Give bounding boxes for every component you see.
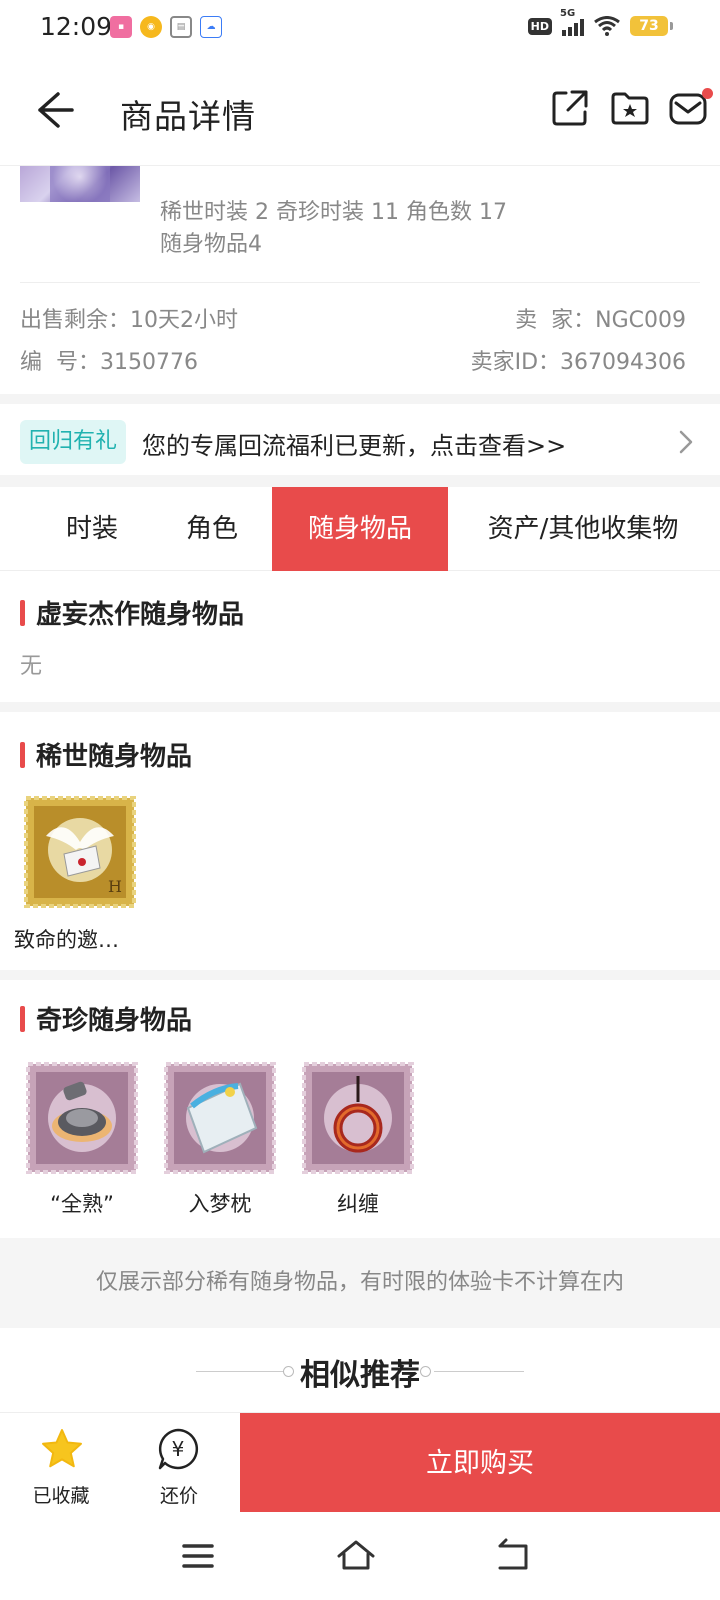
divider <box>0 970 720 980</box>
back-icon[interactable] <box>490 1534 534 1578</box>
summary-line: 稀世时装 2 奇珍时装 11 角色数 17 <box>160 200 507 225</box>
bargain-button[interactable]: ¥ 还价 <box>124 1413 234 1513</box>
battery-icon: 73 <box>630 16 673 36</box>
remaining-time: 出售剩余：10天2小时 <box>20 308 238 333</box>
yuan-chat-icon: ¥ <box>158 1428 199 1470</box>
product-thumbnail[interactable] <box>20 166 140 202</box>
status-indicators: HD 5G 73 <box>527 8 673 36</box>
tab-character[interactable]: 角色 <box>150 487 274 571</box>
item-label: 致命的邀… <box>14 928 119 952</box>
menu-icon[interactable] <box>176 1534 220 1578</box>
favorite-label: 已收藏 <box>32 1485 90 1507</box>
divider <box>20 282 700 283</box>
home-icon[interactable] <box>334 1534 378 1578</box>
svg-text:H: H <box>108 877 122 896</box>
page-title: 商品详情 <box>120 97 256 136</box>
share-icon[interactable] <box>550 88 590 128</box>
empty-text: 无 <box>20 654 43 679</box>
unread-dot <box>702 88 713 99</box>
star-icon <box>42 1429 82 1468</box>
screen: 12:09 ▪ ◉ ▤ ☁ HD 5G 73 商品详情 稀世时装 2 奇珍时装 … <box>0 0 720 1600</box>
collection-folder-icon[interactable] <box>610 88 650 128</box>
hd-badge: HD <box>527 17 552 35</box>
divider <box>0 702 720 712</box>
status-bar: 12:09 ▪ ◉ ▤ ☁ HD 5G 73 <box>0 0 720 56</box>
network-type: 5G <box>560 8 576 19</box>
disclaimer-notice: 仅展示部分稀有随身物品，有时限的体验卡不计算在内 <box>0 1238 720 1328</box>
tab-assets-collections[interactable]: 资产/其他收集物 <box>466 487 700 571</box>
divider <box>0 475 720 487</box>
promo-tag: 回归有礼 <box>20 420 127 464</box>
back-arrow-icon[interactable] <box>36 88 76 132</box>
summary-line: 随身物品4 <box>160 232 262 257</box>
battery-level: 73 <box>639 18 659 34</box>
system-nav-bar <box>0 1512 720 1600</box>
cloud-icon: ☁ <box>200 16 222 38</box>
divider <box>0 394 720 404</box>
item-stamp-dream-pillow[interactable] <box>164 1062 276 1174</box>
section-title: 奇珍随身物品 <box>20 1000 192 1037</box>
item-label: 纠缠 <box>337 1192 379 1216</box>
seller-id: 卖家ID：367094306 <box>470 350 686 375</box>
clipboard-icon: ▤ <box>170 16 192 38</box>
recommend-title: 相似推荐 <box>300 1358 420 1393</box>
weibo-icon: ◉ <box>140 16 162 38</box>
signal-icon: 5G <box>560 8 584 36</box>
recommend-header: 相似推荐 <box>0 1336 720 1410</box>
item-label: “全熟” <box>50 1192 114 1216</box>
item-stamp-entanglement[interactable] <box>302 1062 414 1174</box>
section-title: 虚妄杰作随身物品 <box>20 594 244 631</box>
notification-icons: ▪ ◉ ▤ ☁ <box>110 16 222 38</box>
promo-text: 您的专属回流福利已更新，点击查看>> <box>142 432 567 460</box>
item-number: 编 号：3150776 <box>20 350 198 375</box>
item-label: 入梦枕 <box>188 1192 252 1216</box>
svg-text:¥: ¥ <box>172 1437 185 1461</box>
lofter-icon: ▪ <box>110 16 132 38</box>
section-title: 稀世随身物品 <box>20 736 192 773</box>
buy-now-button[interactable]: 立即购买 <box>240 1413 720 1513</box>
item-stamp-invitation[interactable]: H <box>24 796 136 908</box>
seller-name: 卖 家：NGC009 <box>515 308 686 333</box>
tab-accessories[interactable]: 随身物品 <box>272 487 448 571</box>
bottom-action-bar: 已收藏 ¥ 还价 立即购买 <box>0 1412 720 1513</box>
top-app-bar: 商品详情 <box>0 56 720 166</box>
wifi-icon <box>594 16 620 36</box>
bargain-label: 还价 <box>159 1485 198 1507</box>
tab-bar: 时装 角色 随身物品 资产/其他收集物 <box>0 487 720 571</box>
item-stamp-fully-cooked[interactable] <box>26 1062 138 1174</box>
status-time: 12:09 <box>40 12 113 41</box>
tab-fashion[interactable]: 时装 <box>30 487 154 571</box>
chevron-right-icon <box>679 430 693 454</box>
favorite-button[interactable]: 已收藏 <box>6 1413 116 1513</box>
